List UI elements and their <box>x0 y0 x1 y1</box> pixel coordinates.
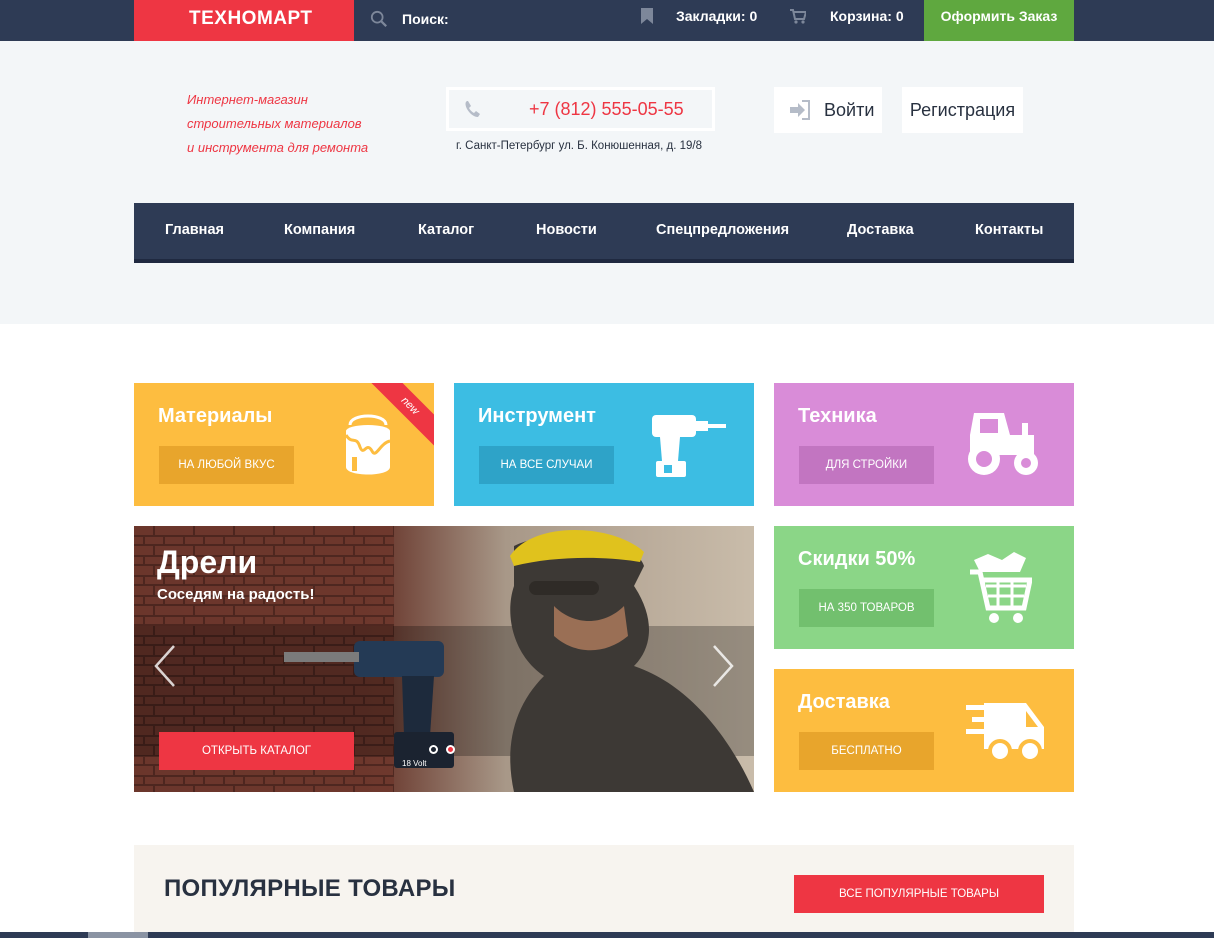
top-bar: ТЕХНОМАРТ Поиск: Закладки: 0 Корзина: 0 … <box>0 0 1214 47</box>
battery-label: 18 Volt <box>402 759 427 768</box>
nav-item-company[interactable]: Компания <box>284 222 355 238</box>
promo-slider[interactable]: 18 Volt Дрели Соседям на радость! ОТКРЫТ… <box>134 526 754 792</box>
slider-next-arrow-icon[interactable] <box>710 644 736 688</box>
tile-machinery[interactable]: Техника ДЛЯ СТРОЙКИ <box>774 383 1074 506</box>
phone-icon <box>465 101 480 117</box>
tile-button[interactable]: ДЛЯ СТРОЙКИ <box>799 446 934 484</box>
drill-icon <box>652 415 726 477</box>
bookmarks-link[interactable]: Закладки: 0 <box>640 8 757 24</box>
search-icon <box>370 10 387 27</box>
nav-item-delivery[interactable]: Доставка <box>847 222 914 238</box>
cart-icon <box>790 8 806 24</box>
tile-title: Скидки 50% <box>798 548 916 570</box>
tile-title: Техника <box>798 405 877 427</box>
main-nav: Главная Компания Каталог Новости Спецпре… <box>134 203 1074 263</box>
open-catalog-button[interactable]: ОТКРЫТЬ КАТАЛОГ <box>159 732 354 770</box>
header <box>0 41 1214 324</box>
all-popular-button[interactable]: ВСЕ ПОПУЛЯРНЫЕ ТОВАРЫ <box>794 875 1044 913</box>
tile-title: Материалы <box>158 405 273 427</box>
slider-dot-active[interactable] <box>446 745 455 754</box>
tile-title: Инструмент <box>478 405 596 427</box>
tile-button[interactable]: БЕСПЛАТНО <box>799 732 934 770</box>
cart-link[interactable]: Корзина: 0 <box>790 8 904 24</box>
popular-section: ПОПУЛЯРНЫЕ ТОВАРЫ ВСЕ ПОПУЛЯРНЫЕ ТОВАРЫ <box>134 845 1074 938</box>
login-label: Войти <box>824 99 875 120</box>
checkout-button[interactable]: Оформить Заказ <box>924 0 1074 41</box>
nav-item-news[interactable]: Новости <box>536 222 597 238</box>
shopping-cart-icon <box>970 552 1032 623</box>
login-icon <box>790 100 810 120</box>
bookmarks-label: Закладки: 0 <box>676 8 758 24</box>
login-button[interactable]: Войти <box>774 87 882 133</box>
logo[interactable]: ТЕХНОМАРТ <box>134 0 354 47</box>
nav-item-contacts[interactable]: Контакты <box>975 222 1043 238</box>
slider-dots <box>429 745 455 754</box>
tile-discount[interactable]: Скидки 50% НА 350 ТОВАРОВ <box>774 526 1074 649</box>
search-label: Поиск: <box>402 11 449 27</box>
tile-button[interactable]: НА ВСЕ СЛУЧАИ <box>479 446 614 484</box>
cart-label: Корзина: 0 <box>830 8 904 24</box>
nav-item-catalog[interactable]: Каталог <box>418 222 474 238</box>
tile-button[interactable]: НА ЛЮБОЙ ВКУС <box>159 446 294 484</box>
phone-number: +7 (812) 555-05-55 <box>529 98 684 119</box>
nav-item-home[interactable]: Главная <box>165 222 224 238</box>
address: г. Санкт-Петербург ул. Б. Конюшенная, д.… <box>456 140 702 152</box>
delivery-truck-icon <box>966 703 1044 763</box>
tagline-line: строительных материалов <box>187 116 362 131</box>
nav-item-offers[interactable]: Спецпредложения <box>656 222 789 238</box>
tile-button[interactable]: НА 350 ТОВАРОВ <box>799 589 934 627</box>
tagline-line: и инструмента для ремонта <box>187 140 369 155</box>
slider-title: Дрели <box>157 544 258 580</box>
search[interactable]: Поиск: <box>370 8 449 30</box>
scroll-indicator <box>88 932 148 938</box>
tile-tools[interactable]: Инструмент НА ВСЕ СЛУЧАИ <box>454 383 754 506</box>
register-button[interactable]: Регистрация <box>902 87 1023 133</box>
tile-delivery[interactable]: Доставка БЕСПЛАТНО <box>774 669 1074 792</box>
slider-subtitle: Соседям на радость! <box>157 586 315 603</box>
tagline-line: Интернет-магазин <box>187 92 308 107</box>
tractor-icon <box>968 413 1038 475</box>
slider-dot[interactable] <box>429 745 438 754</box>
popular-title: ПОПУЛЯРНЫЕ ТОВАРЫ <box>164 875 456 902</box>
phone-box[interactable]: +7 (812) 555-05-55 <box>446 87 715 131</box>
paint-bucket-icon <box>344 414 391 475</box>
tile-materials[interactable]: Материалы НА ЛЮБОЙ ВКУС new <box>134 383 434 506</box>
bottom-strip <box>0 932 1214 938</box>
slider-prev-arrow-icon[interactable] <box>152 644 178 688</box>
bookmark-icon <box>641 8 653 24</box>
tile-title: Доставка <box>798 691 890 713</box>
tagline: Интернет-магазин строительных материалов… <box>187 88 368 160</box>
